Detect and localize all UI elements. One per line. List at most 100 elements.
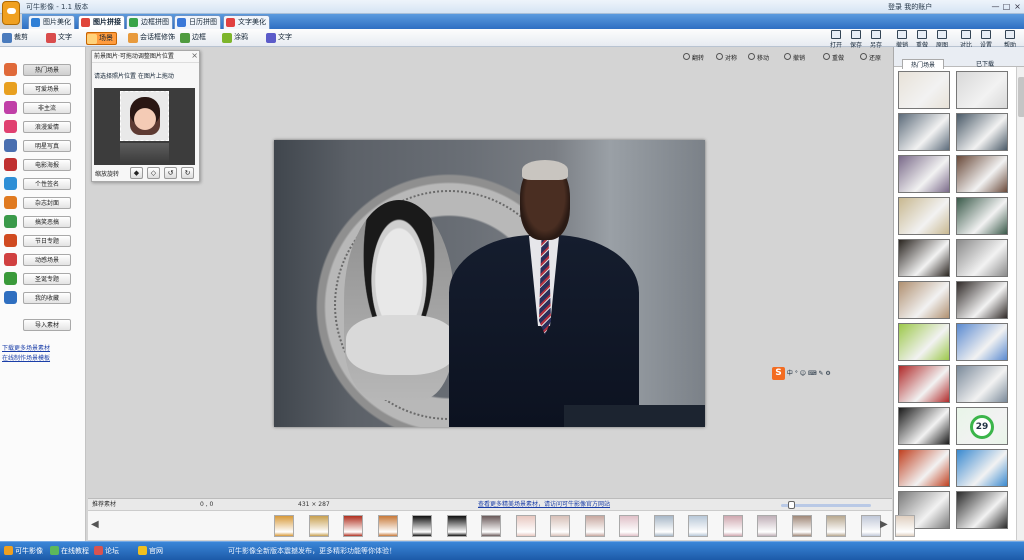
scene-thumbnail[interactable] [956, 323, 1008, 361]
material-thumbnail[interactable] [446, 515, 467, 537]
move-button[interactable]: 移动 [748, 53, 769, 62]
scene-thumbnail[interactable] [956, 281, 1008, 319]
original-button[interactable]: 原图 [932, 29, 952, 49]
scene-thumbnail[interactable] [898, 239, 950, 277]
material-thumbnail[interactable] [308, 515, 329, 537]
canvas-undo-button[interactable]: 撤销 [784, 53, 805, 62]
scene-thumbnail[interactable]: 29 [956, 407, 1008, 445]
material-thumbnail[interactable] [722, 515, 743, 537]
undo-button[interactable]: 撤销 [892, 29, 912, 49]
sidebar-category-button[interactable]: 动感场景 [23, 254, 71, 266]
news-marquee[interactable]: 可牛影像全新版本震撼发布，更多精彩功能等你体验！ [228, 546, 396, 556]
sidebar-category-button[interactable]: 电影海报 [23, 159, 71, 171]
material-thumbnail[interactable] [895, 515, 915, 537]
tab-frame-collage[interactable]: 边框拼图 [126, 15, 173, 29]
scene-thumbnail[interactable] [898, 71, 950, 109]
settings-button[interactable]: 设置 [976, 29, 996, 49]
foreground-preview[interactable] [94, 88, 195, 165]
close-button[interactable]: × [1012, 2, 1023, 12]
material-thumbnail[interactable] [481, 515, 501, 537]
tool-text[interactable]: 文字 [46, 32, 72, 45]
rotate-left-button[interactable]: ↺ [164, 167, 177, 179]
taskbar-website[interactable]: 官网 [138, 546, 163, 556]
strip-left-arrow-icon[interactable]: ◀ [91, 519, 99, 530]
material-thumbnail[interactable] [653, 515, 674, 537]
material-thumbnail[interactable] [274, 515, 294, 537]
scene-thumbnail[interactable] [898, 365, 950, 403]
material-thumbnail[interactable] [377, 515, 398, 537]
download-more-link[interactable]: 下载更多场景素材 [2, 343, 50, 352]
scene-scrollbar[interactable] [1016, 67, 1024, 540]
tab-hot-scenes[interactable]: 热门场景 [902, 59, 945, 69]
material-thumbnail[interactable] [791, 515, 812, 537]
tab-text-beautify[interactable]: 文字美化 [223, 15, 270, 29]
sidebar-category-button[interactable]: 明星写真 [23, 140, 71, 152]
material-thumbnail[interactable] [860, 515, 881, 537]
scene-thumbnail[interactable] [956, 197, 1008, 235]
material-thumbnail[interactable] [343, 515, 363, 537]
tool-scene[interactable]: 场景 [86, 32, 117, 45]
mirror-button[interactable]: 对称 [716, 53, 737, 62]
scene-canvas[interactable] [274, 140, 705, 427]
compare-button[interactable]: 对比 [956, 29, 976, 49]
sidebar-category-button[interactable]: 圣诞专题 [23, 273, 71, 285]
save-button[interactable]: 保存 [846, 29, 866, 49]
zoom-slider-handle[interactable] [788, 501, 796, 509]
panel-close-button[interactable]: × [191, 51, 198, 60]
redo-button[interactable]: 重做 [912, 29, 932, 49]
ime-tools[interactable]: 中 ° ☺ ⌨ ✎ ⚙ [787, 370, 831, 377]
maximize-button[interactable]: □ [1001, 2, 1012, 12]
scene-thumbnail[interactable] [956, 155, 1008, 193]
scene-thumbnail[interactable] [898, 197, 950, 235]
scene-thumbnail[interactable] [956, 449, 1008, 487]
sidebar-category-button[interactable]: 我的收藏 [23, 292, 71, 304]
minimize-button[interactable]: — [990, 2, 1001, 12]
input-method-bar[interactable]: S 中 ° ☺ ⌨ ✎ ⚙ [772, 367, 882, 381]
foreground-photo-thumb[interactable] [120, 91, 169, 141]
tool-doodle[interactable]: 涂鸦 [222, 32, 248, 45]
scene-thumbnail[interactable] [898, 323, 950, 361]
scrollbar-thumb[interactable] [1018, 77, 1024, 117]
scene-thumbnail[interactable] [898, 281, 950, 319]
zoom-in-button[interactable]: ◆ [130, 167, 143, 179]
import-material-button[interactable]: 导入素材 [23, 319, 71, 331]
sidebar-category-button[interactable]: 节日专题 [23, 235, 71, 247]
material-thumbnail[interactable] [826, 515, 846, 537]
zoom-out-button[interactable]: ◇ [147, 167, 160, 179]
sidebar-category-button[interactable]: 搞笑恶搞 [23, 216, 71, 228]
scene-thumbnail[interactable] [898, 407, 950, 445]
restore-button[interactable]: 还原 [860, 53, 881, 62]
help-button[interactable]: 帮助 [1000, 29, 1020, 49]
material-thumbnail[interactable] [688, 515, 708, 537]
scene-thumbnail[interactable] [956, 71, 1008, 109]
flip-button[interactable]: 翻转 [683, 53, 704, 62]
scene-thumbnail[interactable] [898, 155, 950, 193]
tool-text-2[interactable]: 文字 [266, 32, 292, 45]
material-thumbnail[interactable] [515, 515, 536, 537]
scene-thumbnail[interactable] [956, 113, 1008, 151]
strip-right-arrow-icon[interactable]: ▶ [880, 519, 888, 530]
material-thumbnail[interactable] [550, 515, 570, 537]
sidebar-category-button[interactable]: 可爱场景 [23, 83, 71, 95]
tab-downloaded[interactable]: 已下载 [976, 59, 994, 68]
canvas-redo-button[interactable]: 重做 [823, 53, 844, 62]
scene-thumbnail[interactable] [898, 113, 950, 151]
taskbar-forum[interactable]: 论坛 [94, 546, 119, 556]
taskbar-tutorial[interactable]: 在线教程 [50, 546, 89, 556]
material-thumbnail[interactable] [412, 515, 432, 537]
sidebar-category-button[interactable]: 杂志封面 [23, 197, 71, 209]
scene-thumbnail[interactable] [898, 449, 950, 487]
material-thumbnail[interactable] [584, 515, 605, 537]
tab-photo-beautify[interactable]: 图片美化 [28, 15, 75, 29]
user-account-link[interactable]: 登录 我的账户 [888, 2, 932, 12]
tool-crop[interactable]: 裁剪 [2, 32, 28, 45]
scene-thumbnail[interactable] [956, 491, 1008, 529]
sidebar-category-button[interactable]: 热门场景 [23, 64, 71, 76]
sidebar-category-button[interactable]: 个性签名 [23, 178, 71, 190]
tool-speech-bubble[interactable]: 会话框修饰 [128, 32, 175, 45]
scene-thumbnail[interactable] [956, 239, 1008, 277]
tool-frame[interactable]: 边框 [180, 32, 206, 45]
taskbar-app[interactable]: 可牛影像 [4, 546, 43, 556]
scene-thumbnail[interactable] [956, 365, 1008, 403]
sidebar-category-button[interactable]: 非主流 [23, 102, 71, 114]
